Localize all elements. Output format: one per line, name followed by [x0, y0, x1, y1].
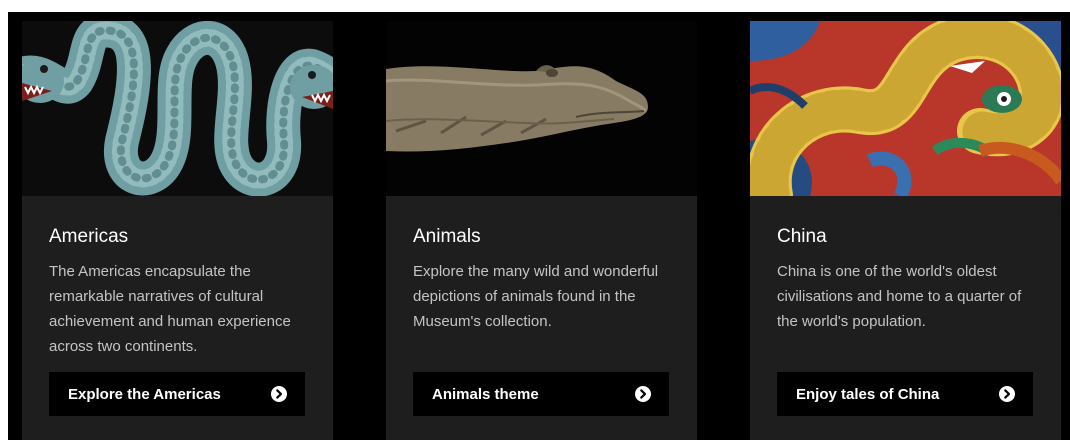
card-title: Animals — [413, 226, 481, 247]
glazed-tile-dragon-image[interactable] — [750, 21, 1061, 196]
button-label: Enjoy tales of China — [796, 385, 940, 403]
top-edge — [0, 0, 1070, 12]
turquoise-double-headed-serpent-image[interactable] — [22, 21, 333, 196]
card-americas: Americas The Americas encapsulate the re… — [22, 21, 333, 440]
dragon-illustration — [750, 21, 1061, 196]
card-animals: Animals Explore the many wild and wonder… — [386, 21, 697, 440]
arrow-right-circle-icon — [271, 386, 287, 402]
enjoy-tales-of-china-button[interactable]: Enjoy tales of China — [777, 372, 1033, 416]
crocodile-illustration — [386, 21, 697, 196]
button-label: Explore the Americas — [68, 385, 221, 403]
card-description: Explore the many wild and wonderful depi… — [413, 263, 659, 330]
card-title: China — [777, 226, 827, 247]
left-edge — [0, 0, 8, 440]
card-description: China is one of the world's oldest civil… — [777, 263, 1022, 330]
serpent-illustration — [22, 21, 333, 196]
card-description: The Americas encapsulate the remarkable … — [49, 263, 291, 355]
card-china: China China is one of the world's oldest… — [750, 21, 1061, 440]
carved-crocodile-image[interactable] — [386, 21, 697, 196]
button-label: Animals theme — [432, 385, 539, 403]
card-title: Americas — [49, 226, 129, 247]
animals-theme-button[interactable]: Animals theme — [413, 372, 669, 416]
arrow-right-circle-icon — [635, 386, 651, 402]
page: Americas The Americas encapsulate the re… — [0, 0, 1070, 440]
explore-americas-button[interactable]: Explore the Americas — [49, 372, 305, 416]
arrow-right-circle-icon — [999, 386, 1015, 402]
